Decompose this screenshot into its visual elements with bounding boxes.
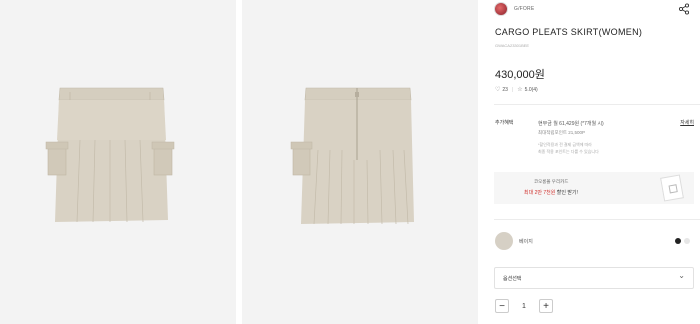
product-photo-back[interactable] bbox=[242, 0, 478, 324]
product-title: CARGO PLEATS SKIRT(WOMEN) bbox=[495, 27, 643, 37]
card-promo-banner[interactable]: 코오롱몰 우리카드 최대 2만 7천원 할인 받기! bbox=[494, 172, 694, 204]
brand-name[interactable]: G/FORE bbox=[514, 6, 534, 12]
chevron-down-icon: ⌄ bbox=[678, 271, 685, 280]
product-photo-front[interactable] bbox=[0, 0, 236, 324]
quantity-increase-button[interactable]: + bbox=[539, 299, 553, 313]
product-stats: ♡ 23 | ☆ 5.0 (4) bbox=[495, 86, 538, 94]
divider bbox=[494, 104, 700, 105]
card-promo-highlight: 최대 2만 7천원 bbox=[524, 190, 556, 196]
quantity-value[interactable]: 1 bbox=[509, 303, 539, 310]
color-swatch[interactable] bbox=[495, 232, 513, 250]
color-options bbox=[675, 238, 690, 244]
color-option-dark[interactable] bbox=[675, 238, 681, 244]
card-promo-text: 최대 2만 7천원 할인 받기! bbox=[524, 189, 578, 196]
product-gallery bbox=[0, 0, 478, 324]
product-price: 430,000원 bbox=[495, 69, 545, 81]
like-count: 23 bbox=[502, 86, 508, 93]
divider bbox=[494, 219, 700, 220]
benefit-label: 추가혜택 bbox=[495, 120, 514, 126]
star-icon: ☆ bbox=[517, 87, 523, 93]
benefit-detail-link[interactable]: 자세히 bbox=[680, 119, 694, 126]
color-selector: 베이지 bbox=[494, 232, 700, 252]
points-text: 최대적립포인트 21,500P bbox=[538, 130, 585, 135]
rating-count[interactable]: (4) bbox=[532, 87, 538, 93]
card-image bbox=[660, 174, 684, 202]
skirt-back-image bbox=[290, 87, 414, 225]
brand-logo[interactable] bbox=[494, 2, 508, 16]
product-code: GWACA23301BEE bbox=[495, 43, 530, 48]
share-icon[interactable] bbox=[678, 3, 690, 15]
benefit-note: 최종 적용 포인트는 다를 수 있습니다 bbox=[538, 149, 599, 154]
heart-icon[interactable]: ♡ bbox=[495, 86, 500, 93]
brand-row: G/FORE bbox=[494, 1, 700, 17]
option-select[interactable]: 옵션선택 ⌄ bbox=[494, 267, 694, 289]
product-info-panel: G/FORE CARGO PLEATS SKIRT(WOMEN) GWACA23… bbox=[494, 0, 700, 324]
card-promo-title: 코오롱몰 우리카드 bbox=[534, 179, 569, 184]
skirt-front-image bbox=[45, 87, 175, 223]
stats-separator: | bbox=[511, 86, 514, 93]
option-select-label: 옵션선택 bbox=[503, 276, 522, 282]
color-name: 베이지 bbox=[519, 239, 533, 245]
quantity-decrease-button[interactable]: − bbox=[495, 299, 509, 313]
rating-value[interactable]: 5.0 bbox=[525, 87, 532, 93]
card-promo-rest: 할인 받기! bbox=[555, 190, 578, 196]
color-option-light[interactable] bbox=[684, 238, 690, 244]
benefit-note: *할인적용과 전 결제 금액에 따라 bbox=[538, 142, 592, 147]
installment-text: 현부금 월 61,429원 (*7개월 시) bbox=[538, 121, 604, 127]
quantity-stepper: − 1 + bbox=[495, 299, 553, 313]
